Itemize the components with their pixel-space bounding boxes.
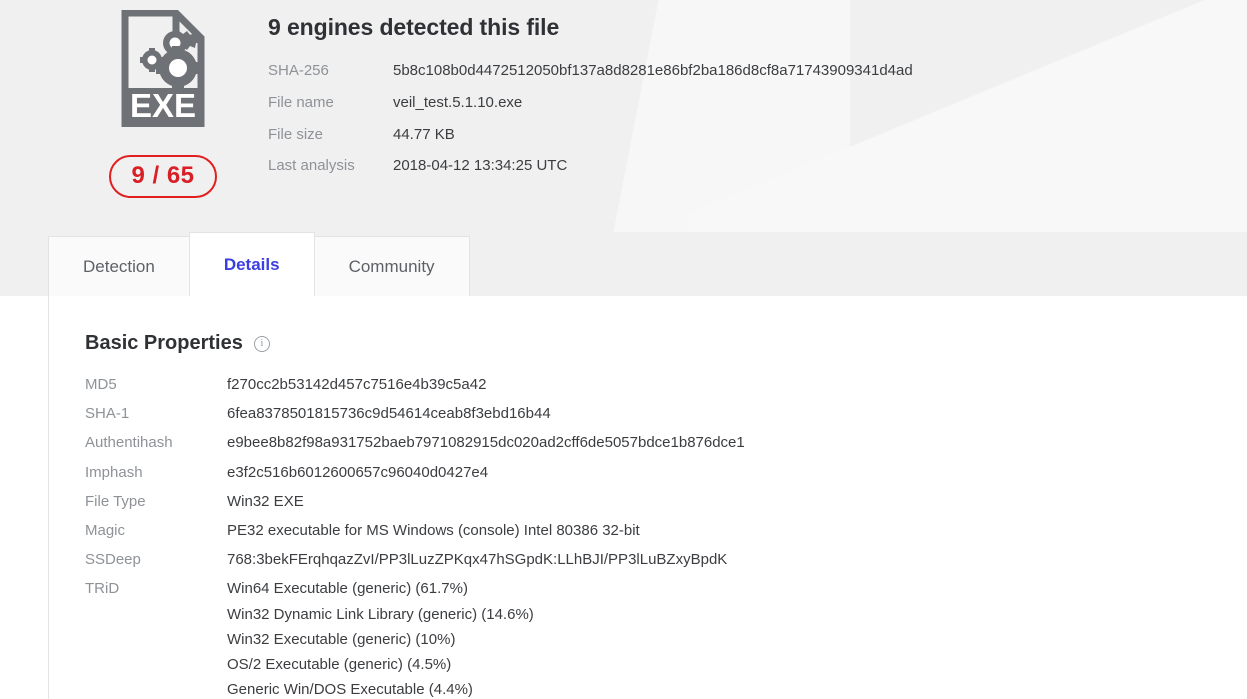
metadata-value-sha256: 5b8c108b0d4472512050bf137a8d8281e86bf2ba… <box>393 62 913 79</box>
property-label-imphash: Imphash <box>85 463 143 481</box>
file-report-page: EXE 9 / 65 9 engines detected this file … <box>0 0 1247 699</box>
trid-entry: Win32 Executable (generic) (10%) <box>227 630 456 648</box>
property-row-md5: MD5 f270cc2b53142d457c7516e4b39c5a42 <box>85 376 745 406</box>
trid-entry: Win32 Dynamic Link Library (generic) (14… <box>227 605 534 623</box>
property-row-ssdeep: SSDeep 768:3bekFErqhqazZvI/PP3lLuzZPKqx4… <box>85 551 745 581</box>
property-label-sha1: SHA-1 <box>85 405 130 423</box>
property-value-trid: Win64 Executable (generic) (61.7%) Win32… <box>227 581 745 699</box>
property-row-authentihash: Authentihash e9bee8b82f98a931752baeb7971… <box>85 435 745 464</box>
trid-entry: OS/2 Executable (generic) (4.5%) <box>227 655 452 673</box>
metadata-value-last-analysis: 2018-04-12 13:34:25 UTC <box>393 157 568 175</box>
property-label-authentihash: Authentihash <box>85 434 173 452</box>
details-panel: Basic Properties i MD5 f270cc2b53142d457… <box>48 296 1247 699</box>
tab-details-label: Details <box>223 254 280 274</box>
property-value-imphash: e3f2c516b6012600657c96040d0427e4 <box>227 463 489 481</box>
basic-properties-table: MD5 f270cc2b53142d457c7516e4b39c5a42 SHA… <box>85 376 745 699</box>
tab-community[interactable]: Community <box>313 236 470 296</box>
property-row-sha1: SHA-1 6fea8378501815736c9d54614ceab8f3eb… <box>85 406 745 435</box>
property-row-file-type: File Type Win32 EXE <box>85 492 745 523</box>
property-value-magic: PE32 executable for MS Windows (console)… <box>227 521 640 539</box>
property-label-magic: Magic <box>85 521 126 539</box>
property-value-md5: f270cc2b53142d457c7516e4b39c5a42 <box>227 376 487 393</box>
section-title-basic-properties: Basic Properties i <box>85 332 1247 355</box>
property-row-trid: TRiD Win64 Executable (generic) (61.7%) … <box>85 581 745 699</box>
property-row-magic: Magic PE32 executable for MS Windows (co… <box>85 521 745 552</box>
metadata-label-filename: File name <box>268 93 334 111</box>
property-value-file-type: Win32 EXE <box>227 492 304 510</box>
metadata-label-filesize: File size <box>268 125 324 143</box>
tab-bar: Detection Details Community <box>0 232 1247 296</box>
metadata-value-filename: veil_test.5.1.10.exe <box>393 93 523 111</box>
metadata-value-filesize: 44.77 KB <box>393 125 455 143</box>
property-row-imphash: Imphash e3f2c516b6012600657c96040d0427e4 <box>85 463 745 494</box>
report-header: EXE 9 / 65 9 engines detected this file … <box>0 0 1247 232</box>
tab-details[interactable]: Details <box>188 232 315 296</box>
metadata-label-last-analysis: Last analysis <box>268 157 355 175</box>
property-value-ssdeep: 768:3bekFErqhqazZvI/PP3lLuzZPKqx47hSGpdK… <box>227 551 728 569</box>
metadata-row-filename: File name veil_test.5.1.10.exe <box>268 93 913 127</box>
detection-ratio-badge: 9 / 65 <box>109 155 217 198</box>
metadata-row-sha256: SHA-256 5b8c108b0d4472512050bf137a8d8281… <box>268 63 913 95</box>
property-label-ssdeep: SSDeep <box>85 551 141 569</box>
trid-entry: Generic Win/DOS Executable (4.4%) <box>227 681 473 699</box>
file-identity-column: EXE 9 / 65 <box>88 8 238 198</box>
tab-detection-label: Detection <box>83 256 155 276</box>
exe-icon-label: EXE <box>130 87 196 124</box>
property-label-file-type: File Type <box>85 492 146 510</box>
property-label-trid: TRiD <box>85 580 120 598</box>
file-metadata-column: 9 engines detected this file SHA-256 5b8… <box>238 8 913 198</box>
metadata-row-filesize: File size 44.77 KB <box>268 125 913 159</box>
exe-file-icon: EXE <box>121 9 205 128</box>
tab-community-label: Community <box>348 256 435 276</box>
info-icon[interactable]: i <box>253 335 270 352</box>
metadata-label-sha256: SHA-256 <box>268 62 329 79</box>
property-label-md5: MD5 <box>85 376 117 393</box>
section-title-text: Basic Properties <box>85 332 243 354</box>
detection-headline: 9 engines detected this file <box>268 14 560 40</box>
metadata-row-last-analysis: Last analysis 2018-04-12 13:34:25 UTC <box>268 158 913 190</box>
property-value-authentihash: e9bee8b82f98a931752baeb7971082915dc020ad… <box>227 434 745 452</box>
property-value-sha1: 6fea8378501815736c9d54614ceab8f3ebd16b44 <box>227 405 551 423</box>
file-metadata-table: SHA-256 5b8c108b0d4472512050bf137a8d8281… <box>268 63 913 190</box>
tab-detection[interactable]: Detection <box>48 236 190 296</box>
trid-entry: Win64 Executable (generic) (61.7%) <box>227 580 468 598</box>
